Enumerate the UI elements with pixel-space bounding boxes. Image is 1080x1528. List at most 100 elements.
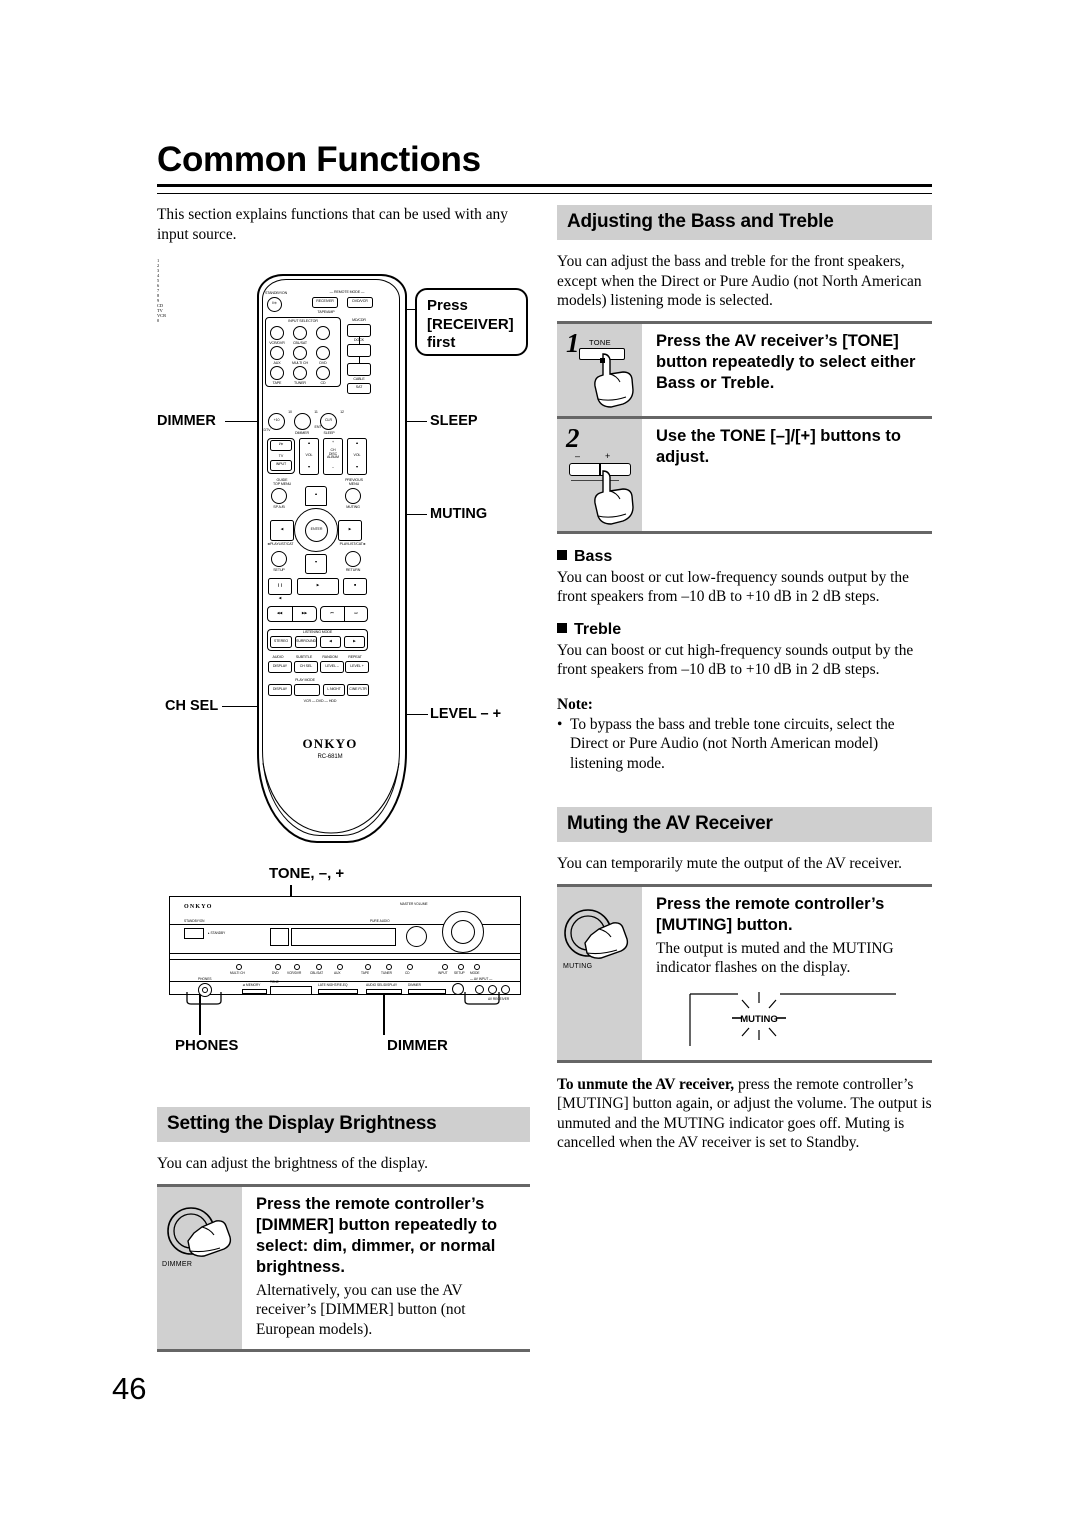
- remote-key-cine-filter-label: CINE FLTR: [349, 687, 367, 691]
- remote-sub-vcr-dvr: VCR/DVR: [269, 341, 285, 345]
- remote-key-0-label: 0: [157, 318, 160, 323]
- title-divider: [157, 184, 932, 194]
- remote-skip-divider: [344, 606, 346, 622]
- square-bullet-icon: [557, 549, 567, 560]
- remote-vol-up-left: ▲: [307, 441, 311, 445]
- receiver-selector-knob[interactable]: [406, 926, 427, 947]
- receiver-btn-r10[interactable]: [458, 964, 464, 970]
- receiver-label-master-volume: MASTER VOLUME: [400, 902, 428, 906]
- step-gutter: 1 TONE: [557, 323, 642, 416]
- remote-key-l-night-label: L NIGHT: [327, 687, 341, 691]
- remote-key-muting[interactable]: [345, 488, 361, 504]
- receiver-display-window: [291, 928, 396, 946]
- remote-num-11: 11: [314, 410, 318, 414]
- remote-key-tv-power-glyph: I/⎈: [278, 442, 284, 446]
- receiver-btn-r8[interactable]: [407, 964, 413, 970]
- remote-key-return[interactable]: [345, 551, 361, 567]
- step-row: 2 – + Use the TONE [–]/[+] buttons to ad…: [557, 418, 932, 534]
- muting-intro: You can temporarily mute the output of t…: [557, 855, 902, 872]
- remote-nav-left-glyph: ◀: [280, 527, 284, 531]
- remote-key-setup[interactable]: [271, 551, 287, 567]
- section-heading-bass-treble: Adjusting the Bass and Treble: [557, 205, 932, 240]
- remote-label-md-cdr: MD/CDR: [352, 318, 366, 322]
- receiver-btn-r11[interactable]: [474, 964, 480, 970]
- step-row: DIMMER Press the remote controller’s [DI…: [157, 1186, 530, 1352]
- manual-page: Common Functions This section explains f…: [0, 0, 1080, 1528]
- remote-key-dvd-vcr-label: DVD/VCR: [352, 299, 368, 303]
- remote-controller-figure: DIMMER SLEEP MUTING CH SEL LEVEL – + STA…: [157, 258, 532, 848]
- step-content: Press the remote controller’s [MUTING] b…: [642, 887, 932, 1060]
- treble-body: You can boost or cut high-frequency soun…: [557, 641, 914, 679]
- remote-play-glyph: ▶: [316, 583, 320, 587]
- receiver-btn-r7[interactable]: [386, 964, 392, 970]
- remote-pause-glyph: ❙❙: [277, 583, 283, 587]
- remote-key-tv[interactable]: [347, 344, 371, 357]
- receiver-btn-r1-label: MULTI CH: [230, 971, 245, 975]
- receiver-btn-r2[interactable]: [275, 964, 281, 970]
- step-content: Press the AV receiver’s [TONE] button re…: [642, 324, 932, 416]
- remote-nav-up-glyph: ▲: [314, 492, 318, 496]
- remote-sub-ent: ENT: [314, 425, 322, 429]
- receiver-btn-r11-label: MODE: [470, 971, 480, 975]
- remote-key-9[interactable]: [316, 366, 330, 380]
- step-gutter: DIMMER: [157, 1186, 242, 1349]
- right-column: Adjusting the Bass and Treble You can ad…: [557, 205, 932, 1163]
- remote-key-level-minus-label: LEVEL –: [325, 664, 339, 668]
- remote-num-10: 10: [288, 410, 292, 414]
- remote-key-vcr[interactable]: [347, 363, 371, 376]
- remote-key-sp-ab[interactable]: [271, 488, 287, 504]
- hand-pointer-icon: [594, 352, 634, 408]
- remote-callout-level: LEVEL – +: [430, 706, 502, 722]
- step-body: The output is muted and the MUTING indic…: [656, 939, 894, 977]
- remote-key-nav-up[interactable]: [305, 486, 327, 506]
- remote-next-glyph: ⏭: [354, 611, 358, 615]
- remote-nav-right-glyph: ▶: [348, 527, 352, 531]
- remote-label-muting-sub: MUTING: [346, 505, 360, 509]
- remote-label-standby: STANDBY/ON: [265, 291, 288, 295]
- receiver-btn-r9[interactable]: [442, 964, 448, 970]
- receiver-standby-button[interactable]: [184, 928, 204, 939]
- receiver-btn-r5[interactable]: [337, 964, 343, 970]
- receiver-callout-dimmer: DIMMER: [387, 1037, 448, 1054]
- remote-num-12: 12: [340, 410, 344, 414]
- receiver-panel-outline: ONKYO MASTER VOLUME STANDBY/ON PURE AUDI…: [169, 896, 521, 1001]
- remote-key-3[interactable]: [316, 326, 330, 340]
- receiver-label-phones: PHONES: [198, 977, 212, 981]
- remote-vol-up-right: ▲: [355, 441, 359, 445]
- remote-key-7[interactable]: [270, 366, 284, 380]
- remote-label-vcr-dvd-hdd: VCR — DVD — HDD: [303, 699, 337, 703]
- remote-key-play-mode[interactable]: [294, 684, 320, 696]
- receiver-separator-2: [170, 953, 520, 954]
- remote-key-nav-down[interactable]: [305, 554, 327, 574]
- section-heading-muting: Muting the AV Receiver: [557, 807, 932, 842]
- remote-key-0[interactable]: [294, 413, 311, 430]
- remote-label-playlist-cat-left: ◄PLAYLIST/CAT: [266, 542, 294, 546]
- receiver-btn-r4[interactable]: [316, 964, 322, 970]
- step-gutter: MUTING: [557, 886, 642, 1060]
- remote-sub-multi-ch: MULTI CH: [292, 361, 308, 365]
- remote-sub-aux: AUX: [273, 361, 281, 365]
- remote-key-2[interactable]: [293, 326, 307, 340]
- remote-key-1[interactable]: [270, 326, 284, 340]
- remote-stop-glyph: ■: [353, 583, 357, 587]
- receiver-btn-r6[interactable]: [365, 964, 371, 970]
- receiver-btn-r6-label: TAPE: [361, 971, 370, 975]
- remote-key-6[interactable]: [316, 346, 330, 360]
- step-body: Alternatively, you can use the AV receiv…: [256, 1281, 466, 1338]
- muting-display-illustration: MUTING: [656, 988, 928, 1050]
- remote-key-cd[interactable]: [347, 324, 371, 337]
- bass-body: You can boost or cut low-frequency sound…: [557, 568, 909, 606]
- remote-key-5[interactable]: [293, 346, 307, 360]
- remote-label-tv-row: TV: [278, 454, 284, 458]
- receiver-btn-r3[interactable]: [294, 964, 300, 970]
- receiver-btn-r1[interactable]: [236, 964, 242, 970]
- remote-label-sp-ab: SP A /B: [273, 505, 285, 509]
- remote-key-clr-label: CLR: [325, 418, 332, 422]
- remote-sub-tuner: TUNER: [294, 381, 306, 385]
- receiver-bank-1-label: ◄ MEMORY: [242, 983, 261, 987]
- remote-key-level-plus-label: LEVEL +: [350, 664, 364, 668]
- remote-key-4[interactable]: [270, 346, 284, 360]
- remote-key-8[interactable]: [293, 366, 307, 380]
- remote-label-repeat: REPEAT: [348, 655, 362, 659]
- remote-label-listening-mode: LISTENING MODE: [302, 630, 333, 634]
